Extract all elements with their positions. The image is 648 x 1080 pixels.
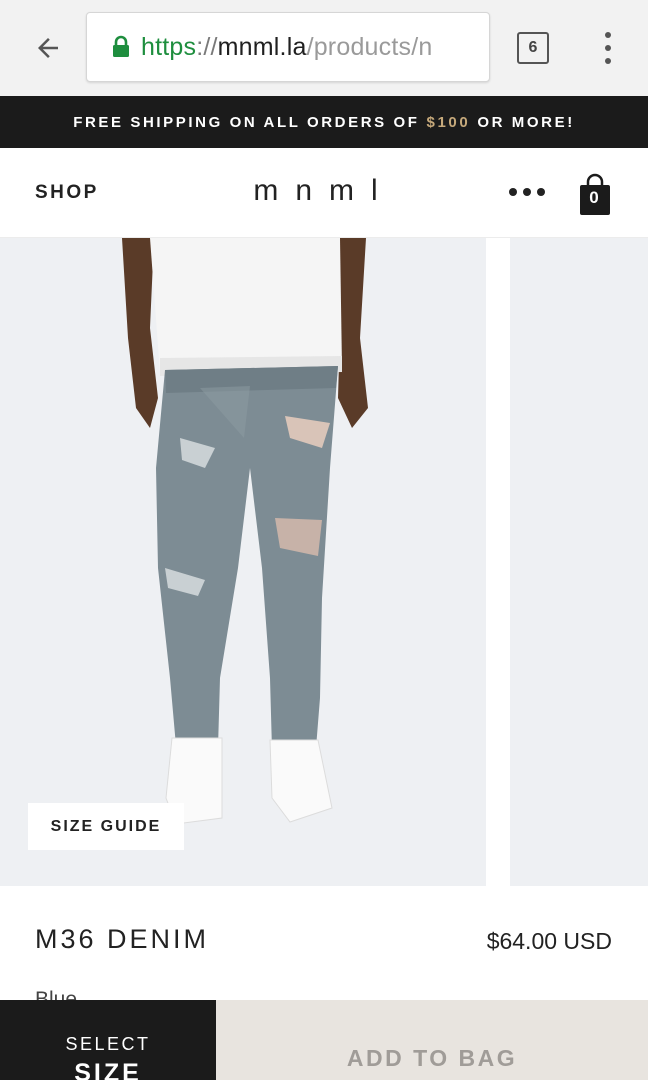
more-vert-icon-dot (605, 45, 611, 51)
product-page: https://mnml.la/products/n 6 FREE SHIPPI… (0, 0, 648, 1080)
address-bar[interactable]: https://mnml.la/products/n (86, 12, 490, 82)
more-vert-icon-dot (605, 58, 611, 64)
url-text: https://mnml.la/products/n (141, 33, 432, 62)
arrow-left-icon (38, 38, 58, 58)
bottom-action-bar: SELECT SIZE ADD TO BAG (0, 1000, 648, 1080)
product-photo-model (122, 238, 368, 825)
promo-prefix: FREE SHIPPING ON ALL ORDERS OF (73, 113, 420, 131)
browser-toolbar: https://mnml.la/products/n 6 (0, 0, 648, 96)
more-vert-icon-dot (605, 32, 611, 38)
more-options-button[interactable] (509, 188, 553, 204)
select-size-label-line1: SELECT (65, 1034, 151, 1054)
shopping-bag-button[interactable]: 0 (578, 172, 614, 218)
back-button[interactable] (26, 26, 70, 70)
next-product-image[interactable] (510, 238, 648, 886)
product-image-carousel[interactable]: SIZE GUIDE (0, 238, 648, 886)
url-scheme: https (141, 32, 197, 61)
url-separator: :// (196, 32, 218, 61)
promo-banner: FREE SHIPPING ON ALL ORDERS OF $100 OR M… (0, 96, 648, 148)
add-to-bag-button[interactable]: ADD TO BAG (216, 1000, 648, 1080)
product-image[interactable]: SIZE GUIDE (0, 238, 486, 886)
select-size-label-line2: SIZE (74, 1059, 142, 1080)
browser-menu-button[interactable] (596, 28, 620, 68)
bag-count: 0 (589, 188, 599, 207)
product-price: $64.00 USD (486, 928, 612, 954)
size-guide-button[interactable]: SIZE GUIDE (28, 803, 184, 850)
promo-amount: $100 (426, 113, 471, 131)
url-host: mnml.la (217, 32, 307, 61)
more-horiz-icon (509, 188, 553, 196)
url-path: /products/n (306, 32, 433, 61)
product-name: M36 DENIM (35, 924, 210, 954)
select-size-button[interactable]: SELECT SIZE (0, 1000, 216, 1080)
promo-suffix: OR MORE! (477, 113, 575, 131)
tab-switcher-button[interactable]: 6 (517, 32, 549, 64)
lock-icon (113, 35, 129, 57)
